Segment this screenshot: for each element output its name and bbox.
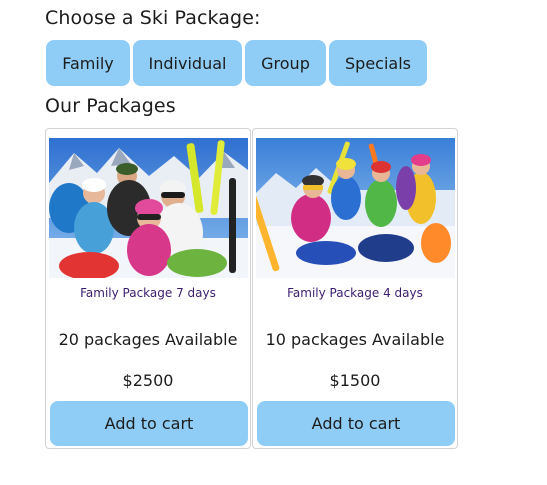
add-to-cart-button[interactable]: Add to cart [50, 401, 248, 446]
package-name: Family Package 7 days [80, 286, 216, 300]
package-price: $2500 [122, 371, 174, 390]
package-cards: Family Package 7 days 20 packages Availa… [45, 128, 458, 449]
ski-group-photo [256, 138, 455, 278]
ski-family-photo [49, 138, 248, 278]
package-name: Family Package 4 days [287, 286, 423, 300]
package-availability: 20 packages Available [58, 330, 238, 349]
tab-group[interactable]: Group [245, 40, 326, 86]
add-to-cart-button[interactable]: Add to cart [257, 401, 455, 446]
package-card: Family Package 4 days 10 packages Availa… [252, 128, 458, 449]
tab-individual[interactable]: Individual [133, 40, 242, 86]
our-packages-heading: Our Packages [45, 95, 176, 117]
choose-package-heading: Choose a Ski Package: [45, 7, 261, 29]
package-category-tabs: Family Individual Group Specials [46, 40, 427, 86]
tab-specials[interactable]: Specials [329, 40, 427, 86]
package-price: $1500 [329, 371, 381, 390]
tab-family[interactable]: Family [46, 40, 130, 86]
package-card: Family Package 7 days 20 packages Availa… [45, 128, 251, 449]
package-availability: 10 packages Available [265, 330, 445, 349]
